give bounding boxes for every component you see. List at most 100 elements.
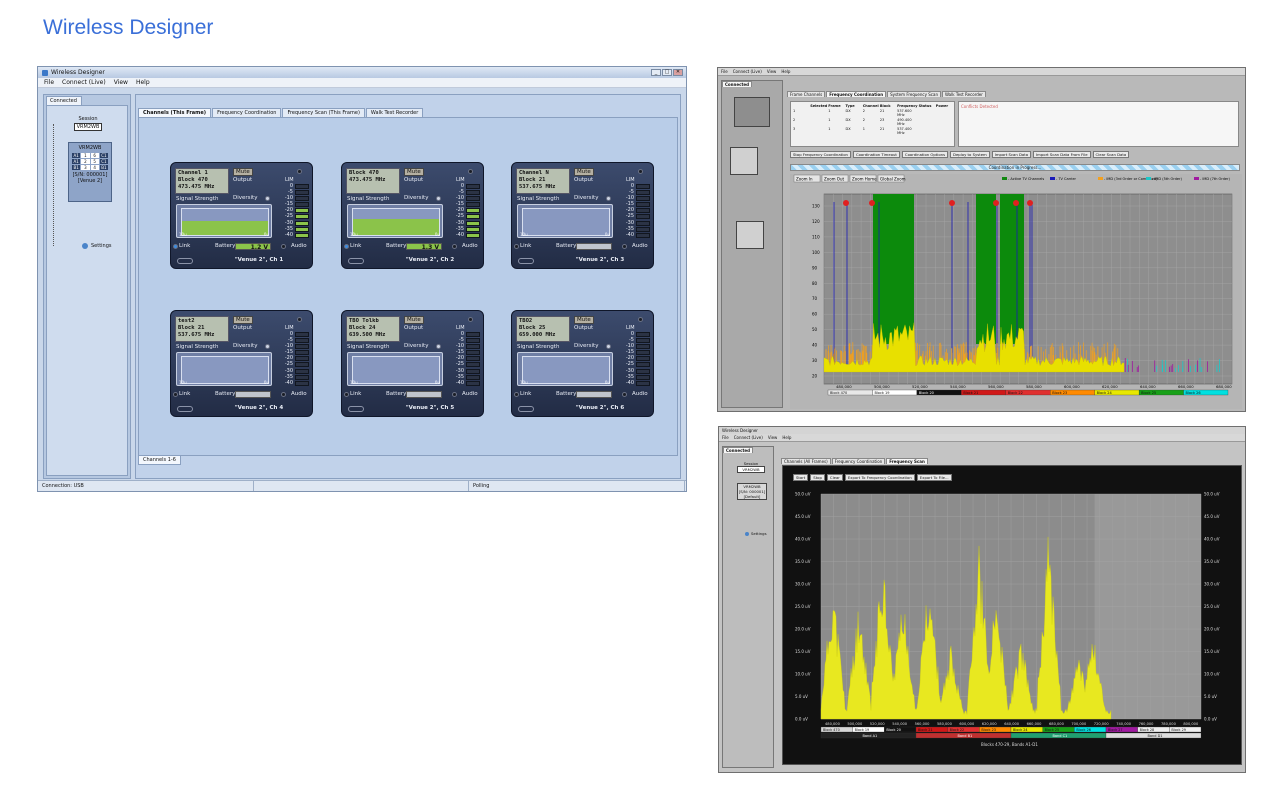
device-slot[interactable]: 3	[81, 165, 90, 170]
scan-toolbar: Start Stop Clear Export To Frequency Coo…	[793, 474, 954, 481]
device-slot[interactable]: C1	[99, 159, 108, 164]
meter-segment	[636, 374, 650, 380]
channel-display[interactable]: TBO2 Block 25 659.000 MHz	[516, 316, 570, 342]
device-slot[interactable]: 1	[81, 153, 90, 158]
scan-tab-channels[interactable]: Channels (All Frames)	[781, 458, 831, 464]
tab-channels[interactable]: Channels (This Frame)	[138, 108, 212, 117]
clear-scan-data-button[interactable]: Clear Scan Data	[1092, 151, 1130, 158]
tab-channels-1-6[interactable]: Channels 1-6	[138, 456, 181, 465]
minimize-button[interactable]: _	[651, 69, 661, 76]
scan-tabs: Channels (All Frames) Frequency Coordina…	[781, 458, 929, 464]
coord-conflict-panel: Conflicts Detected	[958, 101, 1239, 147]
menu-view[interactable]: View	[114, 79, 128, 86]
device-slot[interactable]: 6	[90, 153, 99, 158]
meter-segment	[466, 214, 480, 220]
device-slot[interactable]: B1	[72, 165, 81, 170]
device-slot[interactable]: 2	[81, 159, 90, 164]
meter-segment	[636, 214, 650, 220]
mute-button[interactable]: Mute	[574, 316, 594, 324]
coord-menu-connect[interactable]: Connect (Live)	[733, 69, 762, 74]
close-button[interactable]: ✕	[673, 69, 683, 76]
mute-button[interactable]: Mute	[233, 168, 253, 176]
device-slot[interactable]: A1	[72, 159, 81, 164]
settings-node[interactable]: Settings	[82, 243, 112, 249]
device-node[interactable]: VRM2WB A1 1 6 C1 A1 2 5 C1 B1 3 4 B1 [S/N: 000001] …	[68, 142, 112, 202]
coord-tab-system-scan[interactable]: System Frequency Scan	[887, 91, 941, 97]
coordination-options-button[interactable]: Coordination Options	[901, 151, 949, 158]
coord-tab-frame-channels[interactable]: Frame Channels	[787, 91, 826, 97]
frequency-scan-chart[interactable]: 50.0 uV 50.0 uV 45.0 uV 45.0 uV 40.0 uV 40.0 …	[783, 484, 1243, 764]
meter-segment	[466, 344, 480, 350]
channel-display[interactable]: Channel 1 Block 470 473.475 MHz	[175, 168, 229, 194]
table-header: Frequency	[897, 104, 918, 108]
coord-channel-table[interactable]: Selected Frame Type Channel Block Frequency St…	[790, 101, 955, 147]
coord-menu-help[interactable]: Help	[781, 69, 790, 74]
coordination-timeout-field[interactable]: Coordination Timeout	[852, 151, 900, 158]
scan-tab-coordination[interactable]: Frequency Coordination	[831, 458, 886, 464]
scan-menu-help[interactable]: Help	[782, 435, 791, 440]
scan-menu-connect[interactable]: Connect (Live)	[734, 435, 763, 440]
scan-settings-node[interactable]: Settings	[745, 531, 767, 536]
channel-display[interactable]: TBO Tolkb Block 24 639.500 MHz	[346, 316, 400, 342]
meter-scale-tick: -40	[455, 379, 464, 386]
tab-frequency-coordination[interactable]: Frequency Coordination	[212, 108, 282, 117]
tab-connected[interactable]: Connected	[46, 96, 82, 105]
scan-device-node[interactable]: VRM2WB [S/N: 000001] [Default]	[737, 483, 767, 500]
channel-display[interactable]: Block 470 473.475 MHz	[346, 168, 400, 194]
channel-display[interactable]: Channel N Block 21 537.675 MHz	[516, 168, 570, 194]
x-tick-label: 520,000	[912, 384, 928, 389]
channel-display[interactable]: test2 Block 21 537.675 MHz	[175, 316, 229, 342]
scan-menu-view[interactable]: View	[768, 435, 778, 440]
scope-axis-left: 10u	[520, 380, 528, 385]
coordination-chart[interactable]: Zoom In Zoom Out Zoom Home Global Zoom - Act…	[790, 174, 1242, 409]
maximize-button[interactable]: □	[662, 69, 672, 76]
scan-start-button[interactable]: Start	[793, 474, 809, 481]
main-window: Wireless Designer _ □ ✕ File Connect (Li…	[37, 66, 687, 492]
coord-device-node[interactable]	[730, 147, 758, 175]
meter-segment	[295, 184, 309, 189]
device-slot[interactable]: C1	[99, 153, 108, 158]
menu-connect[interactable]: Connect (Live)	[62, 79, 106, 86]
audio-meter	[295, 184, 309, 239]
device-slot[interactable]: A1	[72, 153, 81, 158]
scan-tab-connected[interactable]: Connected	[723, 447, 753, 453]
diversity-label: Diversity	[233, 195, 258, 201]
import-scan-data-button[interactable]: Import Scan Data	[991, 151, 1032, 158]
scan-session-node[interactable]: Session VRM2WB	[737, 461, 765, 473]
x-tick-label: 720,000	[1094, 722, 1110, 726]
mute-button[interactable]: Mute	[404, 168, 424, 176]
mute-button[interactable]: Mute	[233, 316, 253, 324]
scope-axis-right: 0u	[604, 380, 610, 385]
export-to-coordination-button[interactable]: Export To Frequency Coordination	[844, 474, 915, 481]
scope-axis-left: 10u	[179, 380, 187, 385]
tab-frequency-scan[interactable]: Frequency Scan (This Frame)	[282, 108, 365, 117]
scan-stop-button[interactable]: Stop	[810, 474, 825, 481]
deploy-to-system-button[interactable]: Deploy to System	[950, 151, 990, 158]
menu-help[interactable]: Help	[136, 79, 150, 86]
channel-name: test2	[178, 318, 195, 324]
y-tick-label: 20	[812, 374, 818, 379]
mute-button[interactable]: Mute	[404, 316, 424, 324]
table-cell	[810, 109, 827, 117]
coord-tab-walk-test[interactable]: Walk Test Recorder	[941, 91, 986, 97]
scan-menu-file[interactable]: File	[722, 435, 729, 440]
tab-walk-test-recorder[interactable]: Walk Test Recorder	[365, 108, 424, 117]
coord-menu-view[interactable]: View	[767, 69, 777, 74]
audio-led-icon	[281, 392, 286, 397]
export-to-file-button[interactable]: Export To File...	[916, 474, 952, 481]
coord-session-node[interactable]	[734, 97, 770, 127]
coord-menu-file[interactable]: File	[721, 69, 728, 74]
menu-file[interactable]: File	[44, 79, 54, 86]
device-slot[interactable]: 4	[90, 165, 99, 170]
coord-device-node-2[interactable]	[736, 221, 764, 249]
device-slot[interactable]: B1	[99, 165, 108, 170]
coord-tab-connected[interactable]: Connected	[722, 81, 752, 87]
session-node[interactable]: Session VRM2WB	[66, 116, 110, 131]
stop-coordination-button[interactable]: Stop Frequency Coordination	[790, 151, 851, 158]
scan-clear-button[interactable]: Clear	[826, 474, 843, 481]
scan-tab-frequency-scan[interactable]: Frequency Scan	[886, 458, 928, 464]
device-slot[interactable]: 5	[90, 159, 99, 164]
coord-tab-frequency-coordination[interactable]: Frequency Coordination	[826, 91, 887, 97]
mute-button[interactable]: Mute	[574, 168, 594, 176]
import-scan-file-button[interactable]: Import Scan Data From File	[1033, 151, 1091, 158]
